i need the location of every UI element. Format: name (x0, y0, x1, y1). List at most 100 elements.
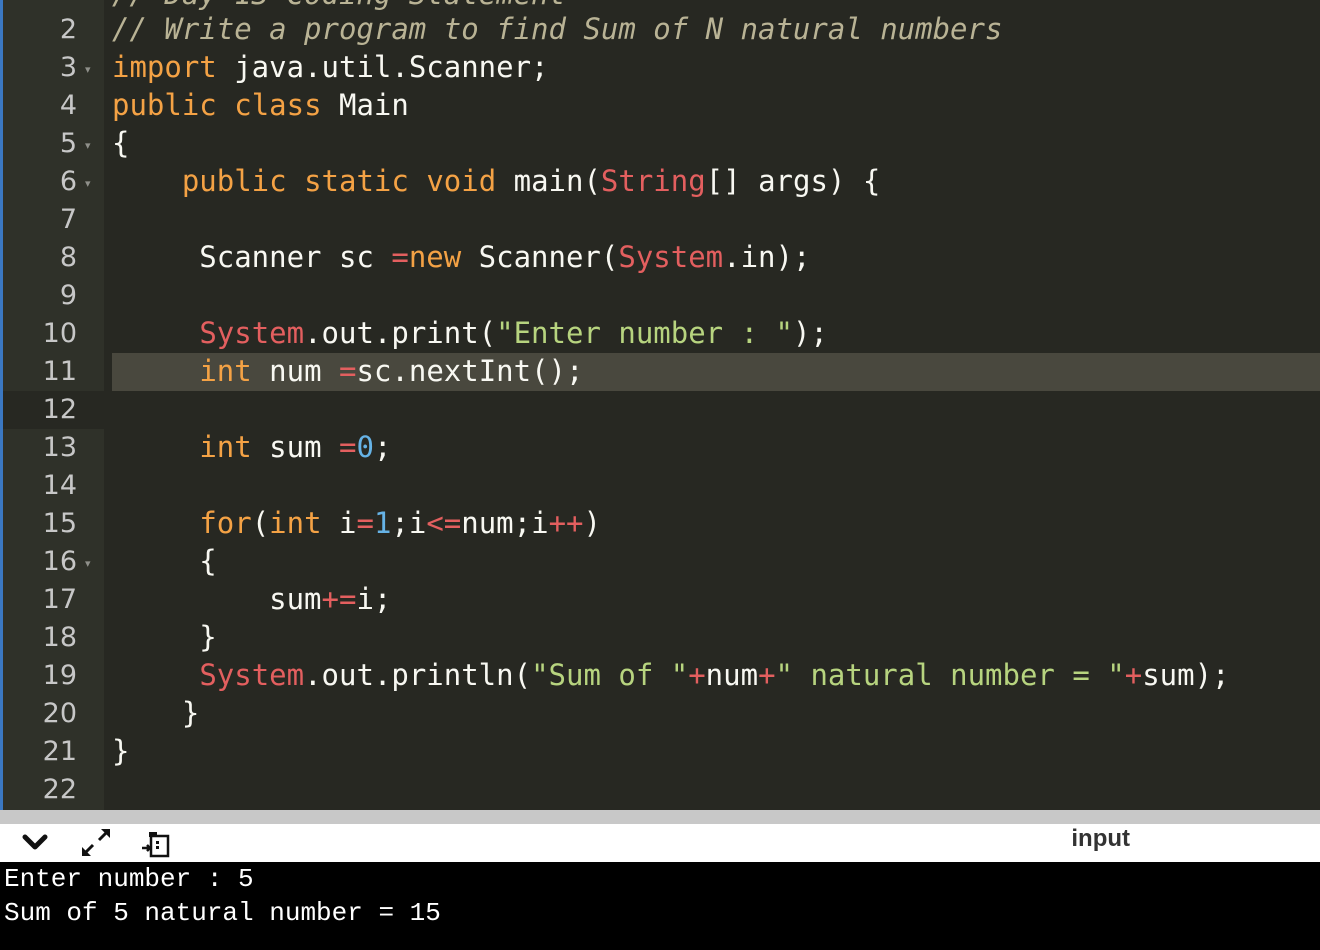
code-token: ) (583, 506, 601, 540)
line-number: 20 (42, 698, 77, 729)
line-number: 7 (59, 204, 77, 235)
code-line-text: { (112, 124, 129, 162)
line-number: 6 (59, 166, 77, 197)
code-line-text: } (112, 694, 199, 732)
code-token: sc.nextInt(); (356, 354, 584, 388)
code-token: int (199, 354, 252, 388)
code-token: .out.println( (304, 658, 532, 692)
code-line-text: for(int i=1;i<=num;i++) (112, 504, 601, 542)
panel-resize-divider[interactable] (0, 810, 1320, 824)
code-token: "Enter number : " (496, 316, 793, 350)
line-number: 18 (42, 622, 77, 653)
code-token: ( (251, 506, 270, 540)
line-number: 4 (59, 90, 77, 121)
input-tab-label[interactable]: input (1071, 824, 1130, 854)
line-number: 10 (42, 318, 77, 349)
code-token: "Sum of " (531, 658, 689, 692)
code-token: ); (792, 316, 828, 350)
code-token: System (618, 240, 724, 274)
code-token: System (199, 316, 305, 350)
code-token: { (112, 126, 130, 160)
line-number: 8 (59, 242, 77, 273)
code-token: .out.print( (304, 316, 497, 350)
line-number: 5 (59, 128, 77, 159)
code-line-text: public static void main(String[] args) { (112, 162, 880, 200)
code-token: = (339, 430, 357, 464)
code-token: num (251, 354, 340, 388)
code-token: + (688, 658, 706, 692)
code-token: ++ (548, 506, 584, 540)
code-line-text: int num =sc.nextInt(); (112, 352, 583, 390)
code-token: } (112, 696, 200, 730)
code-token: ;i (391, 506, 427, 540)
code-line-text: public class Main (112, 86, 409, 124)
code-token: 1 (373, 506, 392, 540)
code-token: public (112, 88, 217, 122)
console-line: Enter number : 5 (4, 864, 254, 894)
line-number: 17 (42, 584, 77, 615)
fold-arrow-icon[interactable]: ▾ (85, 63, 91, 76)
code-token: void (426, 164, 497, 198)
code-line-text: { (112, 542, 217, 580)
line-number: 15 (42, 508, 77, 539)
fold-arrow-icon[interactable]: ▾ (85, 139, 91, 152)
fold-arrow-icon[interactable]: ▾ (85, 177, 91, 190)
line-number: 16 (42, 546, 77, 577)
code-token: for (199, 506, 252, 540)
code-token: <= (426, 506, 462, 540)
line-number: 9 (59, 280, 77, 311)
code-token: int (199, 430, 252, 464)
fold-arrow-icon[interactable]: ▾ (85, 557, 91, 570)
line-number: 21 (42, 736, 77, 767)
console-toolbar: input (0, 824, 1320, 862)
line-number: 2 (59, 14, 77, 45)
code-token: { (112, 544, 217, 578)
expand-icon[interactable] (80, 828, 110, 858)
clipboard-icon[interactable] (140, 828, 170, 858)
line-number: 3 (59, 52, 77, 83)
code-token: class (234, 88, 322, 122)
code-token: String (600, 164, 706, 198)
line-number-gutter: 2 3 ▾ 4 5 ▾ 6 ▾ 7 8 9 10 11 12 13 14 15 16 ▾ 17 18 19 20 21 22 (3, 0, 104, 810)
code-token: i (321, 506, 357, 540)
line-number: 14 (42, 470, 77, 501)
code-token: sum (112, 582, 322, 616)
code-token: Scanner( (461, 240, 619, 274)
code-token: sum); (1142, 658, 1230, 692)
code-line-text: System.out.println("Sum of "+num+" natur… (112, 656, 1230, 694)
code-token: import (112, 50, 217, 84)
code-token: = (391, 240, 409, 274)
code-line-text: } (112, 618, 216, 656)
code-line-text: } (112, 732, 129, 770)
chevron-down-icon[interactable] (20, 828, 50, 858)
code-token: + (1124, 658, 1143, 692)
code-token: static (304, 164, 409, 198)
code-line-text: System.out.print("Enter number : "); (112, 314, 828, 352)
code-token: Main (321, 88, 409, 122)
code-editor[interactable]: // Day 13 Coding Statement // Write a pr… (104, 0, 1320, 810)
code-token: main( (496, 164, 601, 198)
line-number: 19 (42, 660, 77, 691)
code-token: [] args) { (705, 164, 881, 198)
console-output[interactable]: Enter number : 5 Sum of 5 natural number… (0, 862, 1320, 950)
code-token: num;i (461, 506, 549, 540)
code-line-text: int sum =0; (112, 428, 391, 466)
code-line-text: sum+=i; (112, 580, 391, 618)
line-number: 12 (42, 394, 77, 425)
line-number: 13 (42, 432, 77, 463)
code-token: } (112, 734, 130, 768)
code-token: new (408, 240, 462, 274)
code-token: ; (373, 430, 392, 464)
code-token: public (181, 164, 287, 198)
code-token: = (339, 354, 357, 388)
line-number: 22 (42, 774, 77, 805)
code-token: sum (251, 430, 340, 464)
